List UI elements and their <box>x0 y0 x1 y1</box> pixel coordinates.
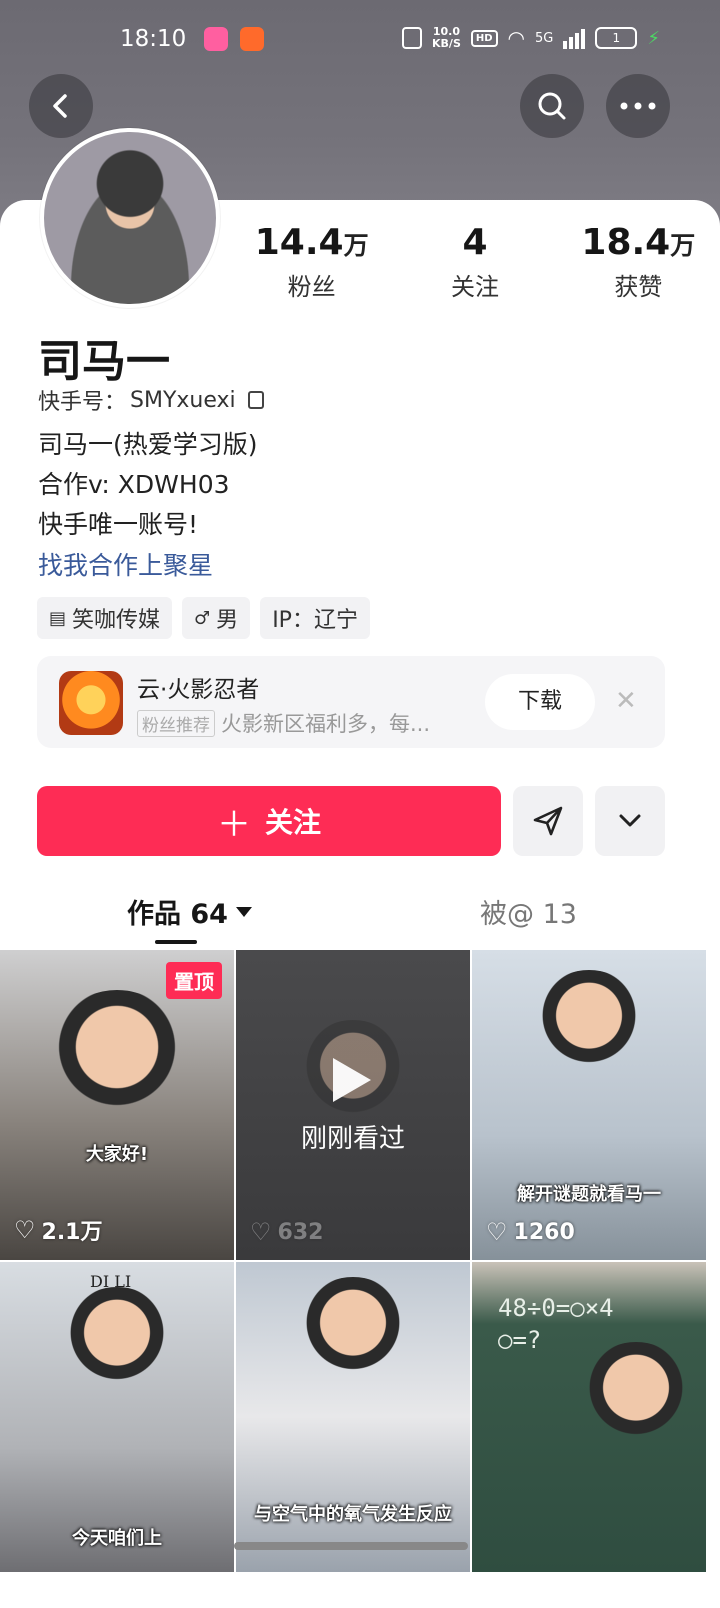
ad-badge: 粉丝推荐 <box>137 709 215 737</box>
wifi-icon: ◠ <box>507 26 525 50</box>
thumbnail-person <box>529 970 649 1090</box>
close-icon[interactable]: ✕ <box>615 686 637 716</box>
tag-gender: ♂ 男 <box>182 597 251 639</box>
video-thumbnail[interactable]: DI LI 今天咱们上 <box>0 1262 234 1572</box>
video-thumbnail[interactable]: 与空气中的氧气发生反应 <box>236 1262 470 1572</box>
copy-icon[interactable] <box>247 391 264 409</box>
building-icon: ▤ <box>49 607 67 629</box>
stat-followers[interactable]: 14.4万 粉丝 <box>230 222 393 302</box>
like-count: ♡ 2.1万 <box>14 1216 103 1245</box>
battery-icon: 1 <box>595 27 638 49</box>
home-indicator[interactable] <box>234 1542 468 1550</box>
ad-banner[interactable]: 云·火影忍者 粉丝推荐 火影新区福利多，每... 下载 ✕ <box>37 656 665 748</box>
status-bar: 18:10 10.0 KB/S HD ◠ 5G 1 ⚡ <box>0 0 720 80</box>
thumbnail-person <box>575 1342 696 1462</box>
account-id[interactable]: 快手号： SMYxuexi <box>38 384 264 416</box>
watched-label: 刚刚看过 <box>300 1124 405 1154</box>
chevron-left-icon <box>53 94 67 118</box>
follow-button[interactable]: ＋ 关注 <box>37 786 501 856</box>
thumbnail-person <box>57 1287 177 1407</box>
video-caption: 解开谜题就看马一 <box>517 1184 661 1205</box>
expand-button[interactable] <box>595 786 665 856</box>
search-icon <box>538 92 566 120</box>
bio-link[interactable]: 找我合作上聚星 <box>38 546 213 582</box>
back-button[interactable] <box>29 74 93 138</box>
video-grid: 置顶 大家好! ♡ 2.1万 刚刚看过 ♡ 632 解开谜题就看马一 ♡ 126… <box>0 950 720 1572</box>
game-app-icon <box>59 671 123 735</box>
profile-stats: 14.4万 粉丝 4 关注 18.4万 获赞 <box>230 222 720 302</box>
status-indicators: 10.0 KB/S HD ◠ 5G 1 ⚡ <box>402 26 660 50</box>
chevron-down-icon <box>619 814 641 827</box>
heart-icon: ♡ <box>14 1216 36 1244</box>
account-id-label: 快手号： <box>38 390 127 415</box>
more-options-button[interactable] <box>606 74 670 138</box>
tag-company[interactable]: ▤ 笑咖传媒 <box>37 597 173 639</box>
bio-line: 快手唯一账号! <box>38 510 199 539</box>
active-tab-indicator <box>155 940 197 944</box>
profile-tags: ▤ 笑咖传媒 ♂ 男 IP：辽宁 <box>37 597 370 639</box>
ellipsis-icon <box>620 102 656 110</box>
stat-following[interactable]: 4 关注 <box>393 222 556 302</box>
network-type: 5G <box>535 30 554 46</box>
account-id-value: SMYxuexi <box>130 387 236 413</box>
video-caption: 今天咱们上 <box>72 1528 162 1549</box>
tag-ip-location: IP：辽宁 <box>260 597 370 639</box>
search-button[interactable] <box>520 74 584 138</box>
ad-subtitle: 粉丝推荐 火影新区福利多，每... <box>137 708 430 738</box>
video-caption: 与空气中的氧气发生反应 <box>254 1504 452 1525</box>
like-count: ♡ 632 <box>250 1218 324 1246</box>
bio-line: 司马一(热爱学习版) <box>38 430 258 459</box>
tab-mentions[interactable]: 被@ 13 <box>480 892 577 931</box>
content-tabs: 作品 64 被@ 13 <box>0 880 720 948</box>
like-count: ♡ 1260 <box>486 1218 575 1246</box>
bio-line: 合作v: XDWH03 <box>38 470 230 499</box>
video-thumbnail[interactable]: 刚刚看过 ♡ 632 <box>236 950 470 1260</box>
share-button[interactable] <box>513 786 583 856</box>
plus-icon: ＋ <box>216 804 251 845</box>
thumbnail-person <box>42 990 192 1140</box>
hd-icon: HD <box>470 29 498 47</box>
nfc-icon <box>402 27 423 49</box>
video-caption: 大家好! <box>85 1144 149 1165</box>
download-button[interactable]: 下载 <box>485 674 595 730</box>
signal-icon <box>563 27 586 49</box>
heart-icon: ♡ <box>486 1218 508 1246</box>
video-thumbnail[interactable]: 解开谜题就看马一 ♡ 1260 <box>472 950 706 1260</box>
caret-down-icon <box>235 906 252 917</box>
charging-icon: ⚡ <box>647 27 660 49</box>
thumbnail-person <box>293 1277 413 1397</box>
tab-works[interactable]: 作品 64 <box>127 892 252 931</box>
play-icon <box>333 1058 371 1102</box>
bilibili-notification-icon <box>204 27 228 51</box>
network-speed: 10.0 KB/S <box>432 25 461 50</box>
male-icon: ♂ <box>194 607 211 629</box>
app-notification-icon <box>240 27 264 51</box>
profile-name: 司马一 <box>38 336 170 387</box>
heart-icon: ♡ <box>250 1218 272 1246</box>
video-thumbnail[interactable]: 48÷0=○×4 ○=? <box>472 1262 706 1572</box>
video-thumbnail[interactable]: 置顶 大家好! ♡ 2.1万 <box>0 950 234 1260</box>
pinned-badge: 置顶 <box>166 962 222 999</box>
ad-title: 云·火影忍者 <box>137 677 260 703</box>
status-time: 18:10 <box>120 26 187 52</box>
avatar[interactable] <box>40 128 220 308</box>
stat-likes[interactable]: 18.4万 获赞 <box>557 222 720 302</box>
board-text: 48÷0=○×4 ○=? <box>498 1294 614 1354</box>
send-icon <box>533 806 563 836</box>
